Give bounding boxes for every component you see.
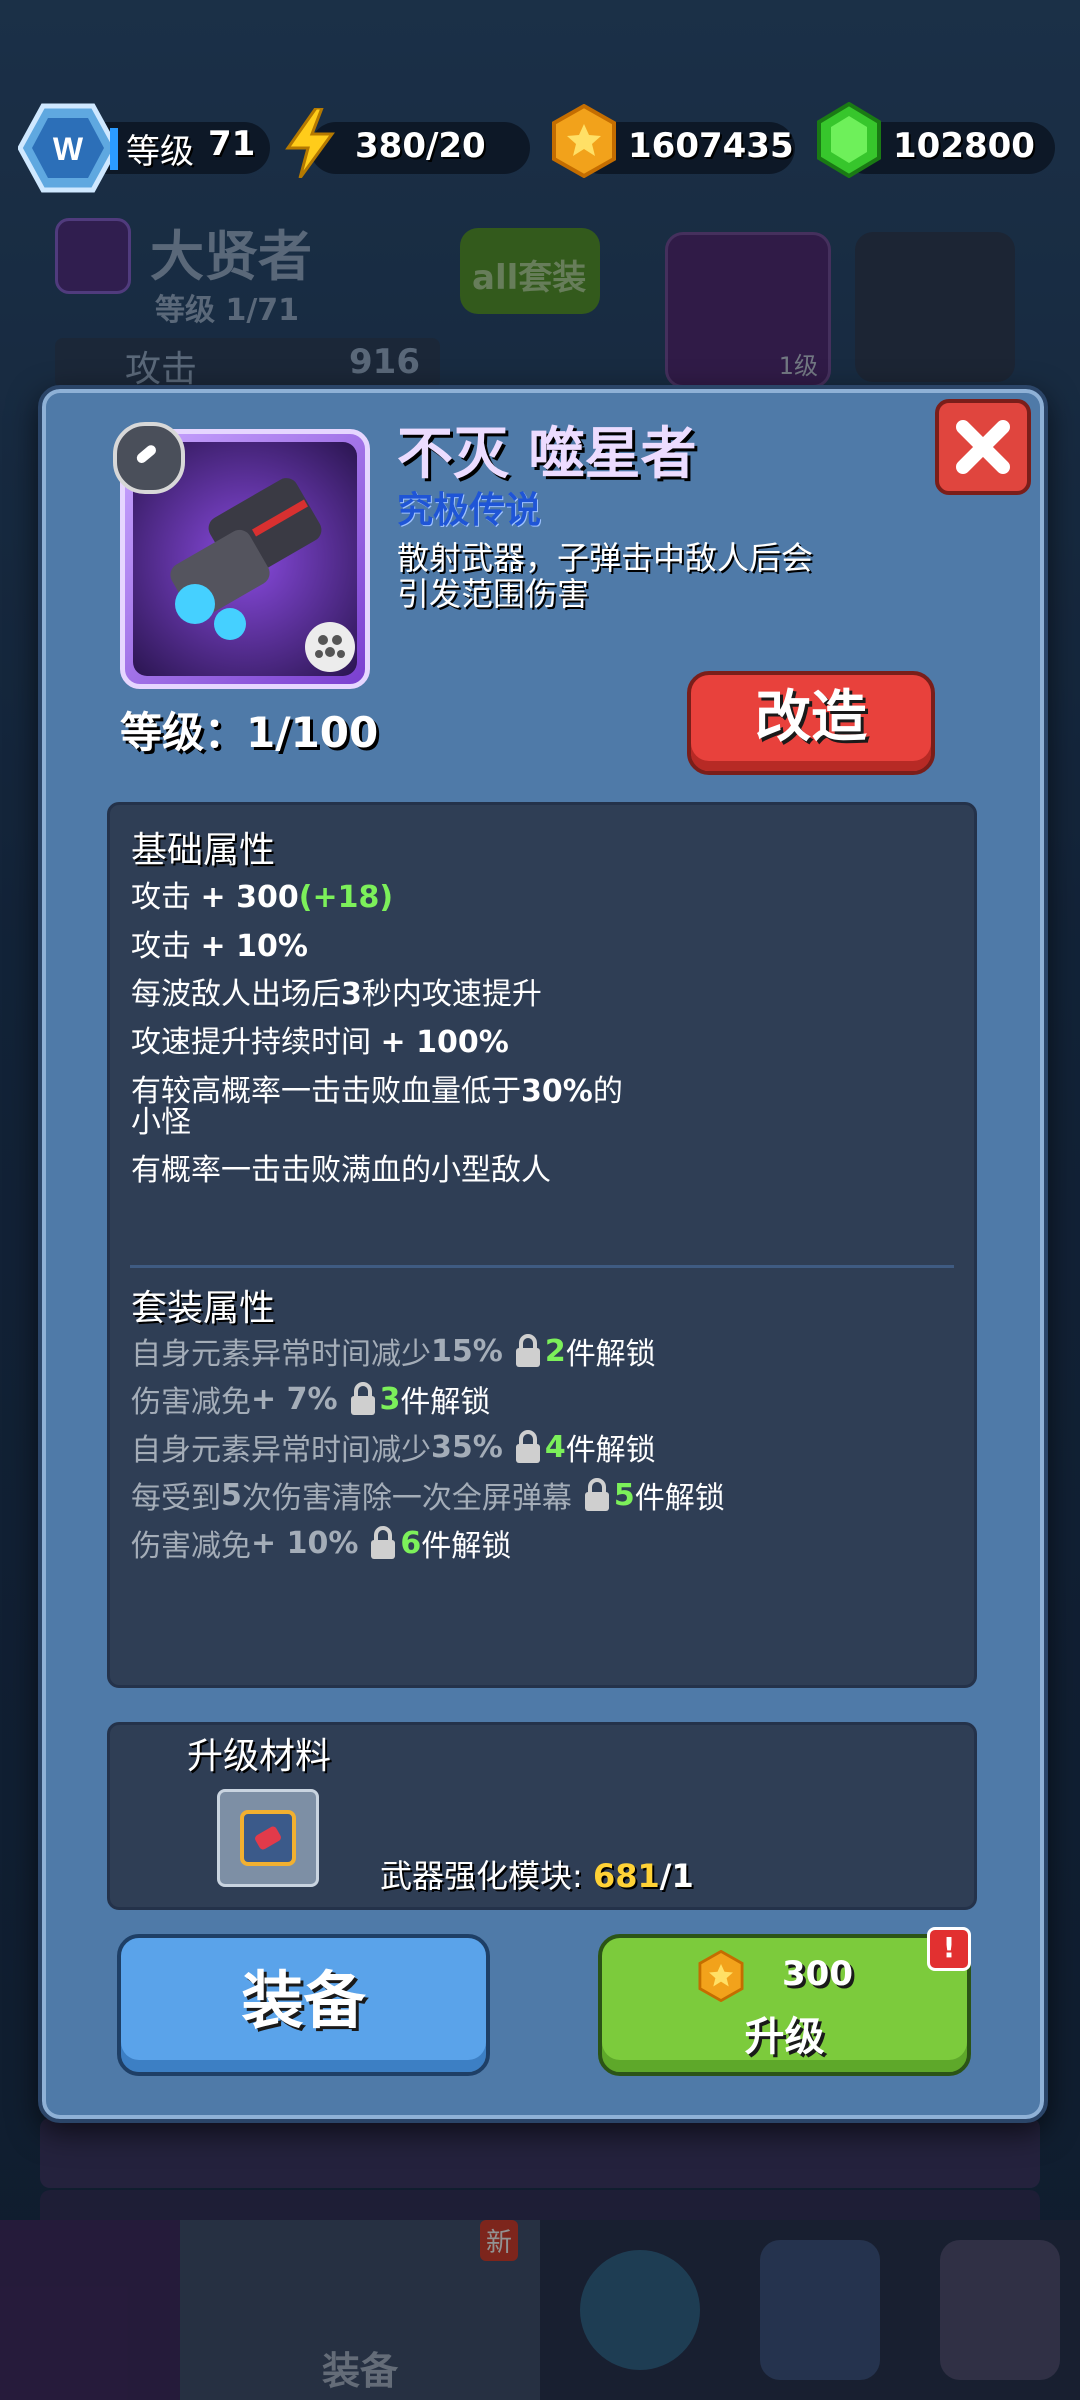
set-attributes-title: 套装属性 [131, 1288, 276, 1329]
lock-icon [513, 1429, 543, 1465]
item-icon-card [113, 422, 370, 689]
set-line-3: 伤害减免 + 7% 3 件解锁 [131, 1381, 491, 1421]
equip-button[interactable]: 装备 [117, 1934, 490, 2076]
lock-icon [513, 1333, 543, 1369]
close-icon [956, 420, 1010, 474]
coin-icon [550, 103, 618, 182]
item-name: 不灭 噬星者 [397, 422, 697, 487]
upgrade-button[interactable]: 300 升级 [598, 1934, 971, 2076]
item-rarity: 究极传说 [397, 490, 542, 531]
close-button[interactable] [935, 399, 1031, 495]
energy-value: 380/20 [355, 126, 486, 166]
level-value: 71 [208, 124, 256, 164]
weapon-image [170, 478, 322, 640]
stat-line-execute-target: 小怪 [131, 1105, 191, 1140]
item-level: 等级：1/100 [120, 708, 379, 757]
weapon-type-icon [113, 422, 185, 494]
stat-line-execute-chance: 有较高概率一击击败血量低于30%的 [131, 1074, 623, 1109]
stat-line-full-hp-execute: 有概率一击击败满血的小型敌人 [131, 1153, 551, 1188]
set-line-4: 自身元素异常时间减少 35% 4 件解锁 [131, 1429, 656, 1469]
level-bar-accent [110, 128, 118, 170]
item-description-line2: 引发范围伤害 [397, 575, 590, 613]
material-slot[interactable] [217, 1789, 319, 1887]
stat-line-attack-percent: 攻击 + 10% [131, 929, 308, 964]
material-requirement: 武器强化模块: 681/1 [380, 1857, 694, 1895]
item-detail-modal: 不灭 噬星者 究极传说 散射武器，子弹击中敌人后会 引发范围伤害 等级：1/10… [38, 385, 1048, 2123]
coin-icon [698, 1950, 744, 2002]
coin-value: 1607435 [628, 126, 794, 166]
set-badge-icon [305, 622, 355, 672]
gem-icon [815, 101, 883, 182]
level-label: 等级 [126, 132, 194, 172]
chip-module-icon [240, 1810, 296, 1866]
set-line-6: 伤害减免 + 10% 6 件解锁 [131, 1525, 512, 1565]
energy-icon [282, 106, 338, 182]
gem-value: 102800 [893, 126, 1035, 166]
stat-line-speed-duration: 攻速提升持续时间 + 100% [131, 1025, 509, 1060]
set-line-2: 自身元素异常时间减少 15% 2 件解锁 [131, 1333, 656, 1373]
set-line-5: 每受到 5 次伤害清除一次全屏弹幕 5 件解锁 [131, 1477, 725, 1517]
svg-text:W: W [53, 131, 84, 167]
base-attributes-title: 基础属性 [131, 830, 276, 871]
player-badge-icon: W [17, 103, 119, 193]
upgrade-materials-title: 升级材料 [187, 1736, 332, 1777]
lock-icon [582, 1477, 612, 1513]
stat-line-attack: 攻击 + 300(+18) [131, 880, 394, 915]
stat-line-wave-speed: 每波敌人出场后3秒内攻速提升 [131, 977, 542, 1012]
upgrade-cost: 300 [602, 1950, 967, 2002]
lock-icon [368, 1525, 398, 1561]
modify-button[interactable]: 改造 [687, 671, 935, 775]
player-level-badge[interactable]: W [17, 102, 119, 194]
lock-icon [348, 1381, 378, 1417]
upgrade-alert-badge: ! [927, 1927, 971, 1971]
